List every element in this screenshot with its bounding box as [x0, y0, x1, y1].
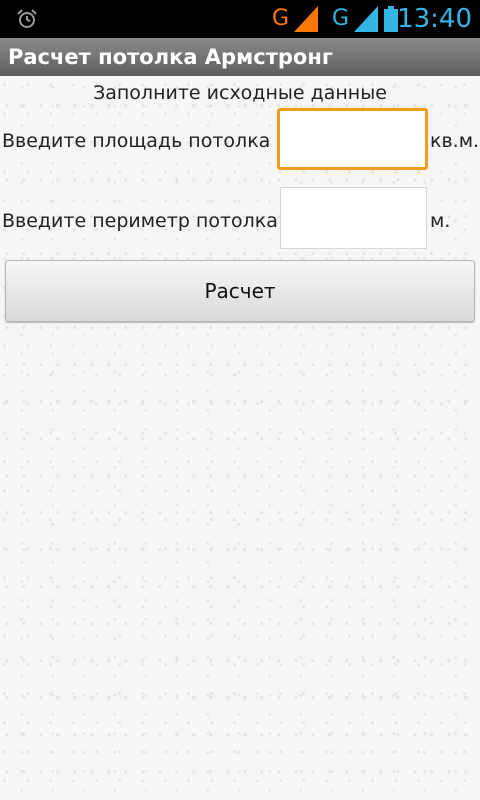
alarm-icon	[17, 9, 37, 28]
battery-icon	[384, 6, 398, 32]
perimeter-unit: м.	[430, 210, 451, 232]
form-subtitle: Заполните исходные данные	[93, 82, 387, 104]
perimeter-input[interactable]	[280, 187, 427, 249]
signal-icon-2	[354, 6, 378, 32]
area-input[interactable]	[277, 108, 428, 170]
status-bar: G G 13:40	[0, 0, 480, 38]
main-content: Заполните исходные данные Введите площад…	[0, 76, 480, 800]
area-unit: кв.м.	[430, 130, 480, 152]
network-type-2: G	[332, 6, 350, 31]
signal-icon-1	[294, 6, 318, 32]
clock: 13:40	[397, 4, 472, 34]
calculate-button[interactable]: Расчет	[5, 260, 475, 322]
app-title: Расчет потолка Армстронг	[8, 45, 333, 69]
network-type-1: G	[272, 6, 290, 31]
area-label: Введите площадь потолка	[2, 130, 271, 152]
perimeter-label: Введите периметр потолка	[2, 210, 278, 232]
app-title-bar: Расчет потолка Армстронг	[0, 38, 480, 76]
